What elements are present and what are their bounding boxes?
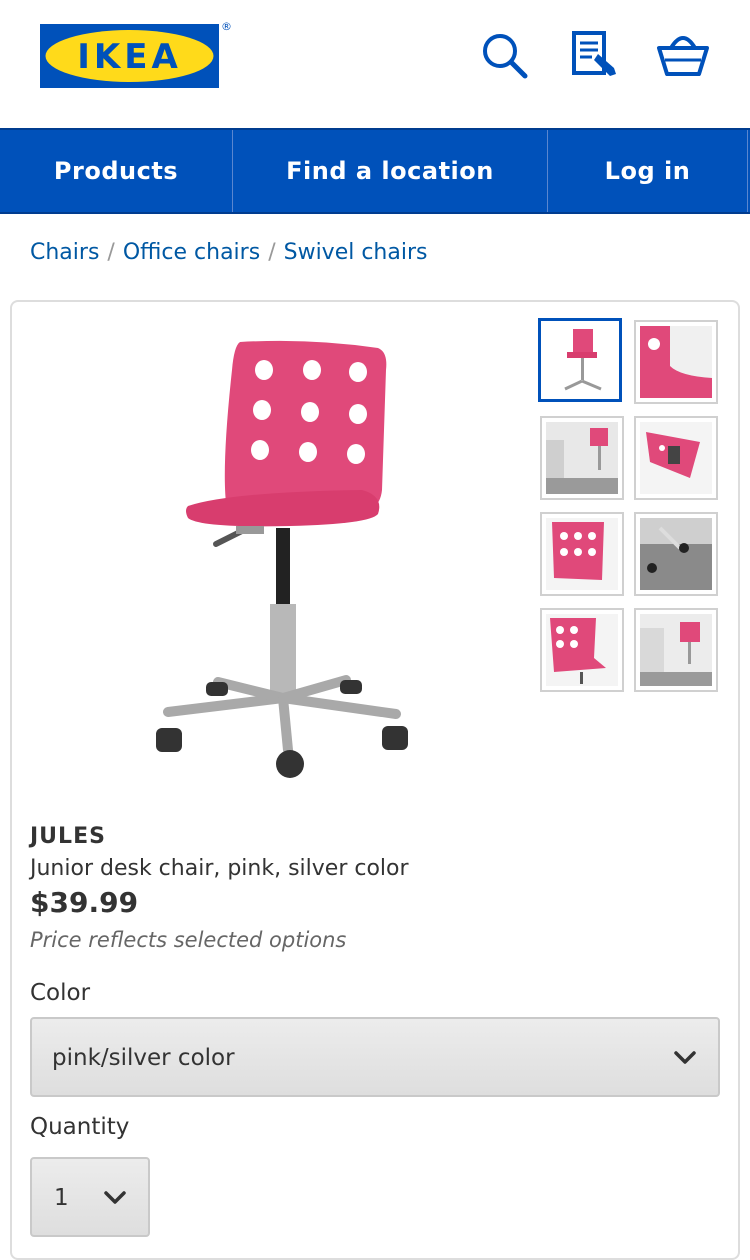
product-thumbnail[interactable]: [540, 512, 624, 596]
thumbnail-back-image: [546, 518, 618, 590]
nav-products[interactable]: Products: [0, 130, 233, 212]
breadcrumb: Chairs / Office chairs / Swivel chairs: [30, 240, 427, 265]
nav-find-location[interactable]: Find a location: [233, 130, 548, 212]
logo-text: IKEA: [77, 37, 182, 77]
product-thumbnail[interactable]: [538, 318, 622, 402]
color-select[interactable]: pink/silver color: [30, 1017, 720, 1097]
cart-icon[interactable]: [655, 30, 711, 80]
registered-mark: ®: [221, 20, 232, 33]
product-price: $39.99: [30, 886, 139, 919]
nav-log-in[interactable]: Log in: [548, 130, 748, 212]
site-header: IKEA ®: [0, 0, 750, 128]
color-select-value: pink/silver color: [52, 1045, 235, 1071]
search-icon[interactable]: [476, 30, 532, 80]
breadcrumb-separator: /: [107, 240, 115, 265]
product-thumbnail[interactable]: [540, 416, 624, 500]
product-thumbnail[interactable]: [540, 608, 624, 692]
product-thumbnail[interactable]: [634, 416, 718, 500]
quantity-label: Quantity: [30, 1114, 130, 1140]
product-thumbnail[interactable]: [634, 320, 718, 404]
thumbnail-underside-image: [640, 422, 712, 494]
color-label: Color: [30, 980, 91, 1006]
shopping-list-icon[interactable]: [566, 30, 622, 80]
breadcrumb-swivel-chairs[interactable]: Swivel chairs: [284, 240, 428, 265]
thumbnail-seat-detail-image: [640, 326, 712, 398]
breadcrumb-chairs[interactable]: Chairs: [30, 240, 99, 265]
breadcrumb-separator: /: [268, 240, 276, 265]
quantity-select-value: 1: [54, 1185, 69, 1211]
product-name: JULES: [30, 824, 106, 849]
ikea-logo[interactable]: IKEA: [40, 24, 219, 88]
nav-products-label: Products: [53, 157, 179, 185]
price-note: Price reflects selected options: [30, 928, 347, 952]
product-thumbnail[interactable]: [634, 608, 718, 692]
thumbnail-desk-image: [640, 614, 712, 686]
nav-log-in-label: Log in: [604, 157, 691, 185]
nav-find-location-label: Find a location: [286, 157, 494, 185]
chevron-down-icon: [104, 1191, 126, 1204]
main-nav: Products Find a location Log in: [0, 128, 750, 214]
thumbnail-room-image: [546, 422, 618, 494]
quantity-select[interactable]: 1: [30, 1157, 150, 1237]
chevron-down-icon: [674, 1051, 696, 1064]
thumbnail-angle-image: [546, 614, 618, 686]
product-description: Junior desk chair, pink, silver color: [30, 856, 409, 881]
product-main-image[interactable]: [140, 330, 420, 790]
thumbnail-chair-image: [564, 329, 602, 391]
breadcrumb-office-chairs[interactable]: Office chairs: [123, 240, 260, 265]
product-thumbnail[interactable]: [634, 512, 718, 596]
thumbnail-wheel-detail-image: [640, 518, 712, 590]
